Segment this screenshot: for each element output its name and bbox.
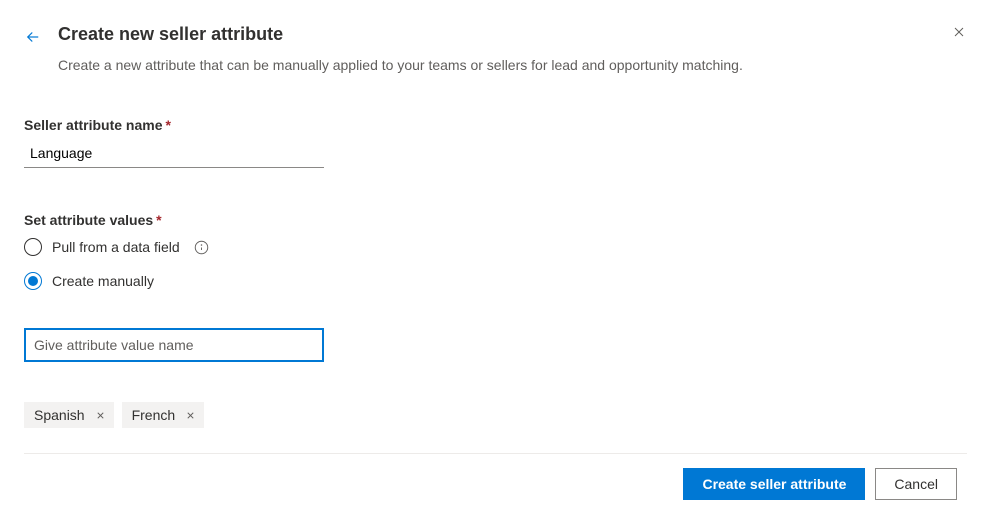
attribute-values-label-text: Set attribute values	[24, 212, 153, 228]
radio-dot-icon	[28, 276, 38, 286]
footer-separator	[24, 453, 967, 454]
attribute-name-input[interactable]	[24, 141, 324, 168]
attribute-values-tags: Spanish French	[24, 402, 967, 428]
info-icon[interactable]	[194, 240, 209, 255]
attribute-values-section: Set attribute values* Pull from a data f…	[24, 212, 967, 428]
tag-item: Spanish	[24, 402, 114, 428]
back-arrow-icon[interactable]	[24, 28, 42, 51]
required-asterisk-icon: *	[166, 117, 171, 133]
panel-title: Create new seller attribute	[58, 24, 283, 45]
tag-item: French	[122, 402, 205, 428]
radio-create-manually[interactable]: Create manually	[24, 272, 967, 290]
attribute-values-label: Set attribute values*	[24, 212, 967, 228]
required-asterisk-icon: *	[156, 212, 161, 228]
radio-pull-label: Pull from a data field	[52, 239, 180, 255]
radio-unselected-icon	[24, 238, 42, 256]
attribute-name-label: Seller attribute name*	[24, 117, 967, 133]
tag-remove-icon[interactable]	[185, 410, 196, 421]
cancel-button[interactable]: Cancel	[875, 468, 957, 500]
panel-subtitle: Create a new attribute that can be manua…	[58, 57, 967, 73]
values-radio-group: Pull from a data field Create manually	[24, 238, 967, 290]
create-button[interactable]: Create seller attribute	[683, 468, 865, 500]
tag-remove-icon[interactable]	[95, 410, 106, 421]
tag-label: Spanish	[34, 407, 85, 423]
radio-manual-label: Create manually	[52, 273, 154, 289]
radio-selected-icon	[24, 272, 42, 290]
footer-actions: Create seller attribute Cancel	[683, 468, 957, 500]
tag-label: French	[132, 407, 176, 423]
attribute-value-input[interactable]	[24, 328, 324, 362]
panel-header: Create new seller attribute	[24, 24, 967, 51]
attribute-name-label-text: Seller attribute name	[24, 117, 163, 133]
create-seller-attribute-panel: Create new seller attribute Create a new…	[0, 0, 991, 526]
attribute-name-section: Seller attribute name*	[24, 117, 967, 168]
close-icon[interactable]	[951, 24, 967, 45]
radio-pull-from-field[interactable]: Pull from a data field	[24, 238, 967, 256]
